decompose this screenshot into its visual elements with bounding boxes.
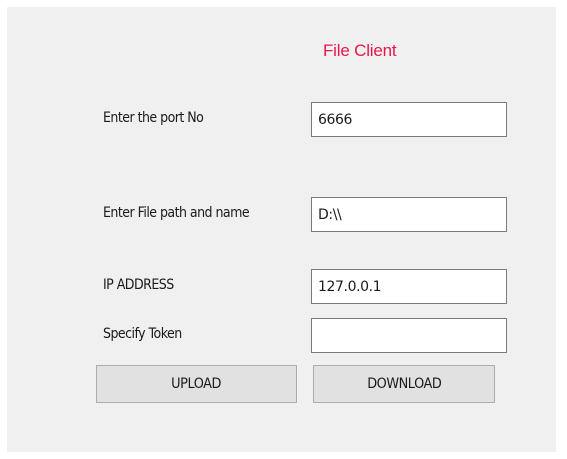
token-input[interactable] (311, 318, 507, 353)
file-path-input[interactable] (311, 197, 507, 232)
file-path-label: Enter File path and name (103, 205, 250, 221)
upload-button-label: UPLOAD (171, 376, 222, 392)
upload-button[interactable]: UPLOAD (96, 365, 297, 403)
port-label: Enter the port No (103, 110, 204, 126)
ip-address-input[interactable] (311, 269, 507, 304)
form-title: File Client (323, 41, 397, 60)
port-input[interactable] (311, 102, 507, 137)
token-label: Specify Token (103, 326, 182, 342)
download-button-label: DOWNLOAD (366, 376, 442, 392)
file-client-window: File Client Enter the port No Enter File… (7, 7, 556, 452)
download-button[interactable]: DOWNLOAD (313, 365, 495, 403)
ip-address-label: IP ADDRESS (103, 277, 174, 293)
